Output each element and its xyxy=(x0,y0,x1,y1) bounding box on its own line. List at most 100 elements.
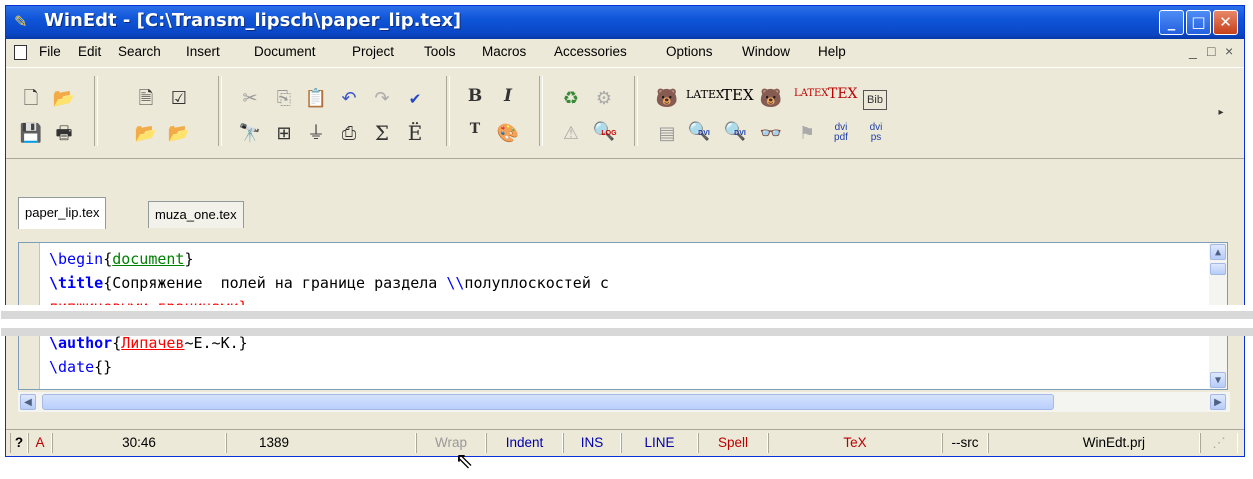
toolbar-separator xyxy=(539,76,543,146)
close-button[interactable]: ✕ xyxy=(1213,10,1238,35)
find-icon[interactable]: 🔭 xyxy=(237,121,263,147)
scroll-up-button[interactable]: ▲ xyxy=(1210,244,1226,260)
close-brace: } xyxy=(184,250,194,268)
typewriter-icon[interactable]: T xyxy=(462,121,488,147)
indent-toggle[interactable]: Indent xyxy=(486,433,563,453)
minimize-button[interactable]: _ xyxy=(1159,10,1184,35)
wrap-toggle[interactable]: Wrap xyxy=(416,433,486,453)
maximize-button[interactable]: □ xyxy=(1186,10,1211,35)
view-cut-band-2 xyxy=(1,328,1253,336)
bold-icon[interactable]: B xyxy=(462,86,488,112)
checklist-icon[interactable]: ☑ xyxy=(166,86,192,112)
terminal-icon[interactable]: ▤ xyxy=(654,121,680,147)
code-line-2: \title{Сопряжение полей на границе разде… xyxy=(49,274,609,292)
toolbar-separator xyxy=(446,76,450,146)
menu-options[interactable]: Options xyxy=(666,44,713,59)
code-line-5: \date{} xyxy=(49,358,112,376)
open-brace: { xyxy=(103,250,113,268)
horizontal-scroll-thumb[interactable] xyxy=(42,394,1054,410)
sum-icon[interactable]: Σ xyxy=(369,121,395,147)
print-icon[interactable]: 🖶 xyxy=(51,121,77,147)
pdf-tex-icon[interactable]: TEX xyxy=(828,86,858,112)
umlaut-icon[interactable]: Ë xyxy=(402,121,428,147)
tab-muza-one[interactable]: muza_one.tex xyxy=(148,201,244,228)
tree-icon[interactable]: ⊞ xyxy=(271,121,297,147)
resize-grip-icon[interactable]: ⋰ xyxy=(1200,433,1238,453)
open-gray-icon[interactable]: 📂 xyxy=(166,121,192,147)
new-file-icon[interactable]: 🗋 xyxy=(18,86,44,112)
document-menu-icon[interactable] xyxy=(14,45,27,60)
scroll-thumb[interactable] xyxy=(1210,263,1226,275)
winedt-pen-icon[interactable]: ✎ xyxy=(14,13,34,31)
pdf-latex-icon[interactable]: LATEX xyxy=(794,88,828,114)
begin-command: \begin xyxy=(49,250,104,268)
project-file[interactable]: WinEdt.prj xyxy=(988,433,1200,453)
filter-icon[interactable]: ⏚ xyxy=(303,121,329,147)
menu-tools[interactable]: Tools xyxy=(424,44,456,59)
insert-mode-toggle[interactable]: INS xyxy=(563,433,621,453)
mdi-restore-button[interactable]: □ xyxy=(1207,43,1215,59)
latex-icon[interactable]: LATEX xyxy=(686,88,724,114)
menu-window[interactable]: Window xyxy=(742,44,790,59)
mouse-pointer-icon: ⇖ xyxy=(455,449,474,474)
scroll-right-button[interactable]: ▶ xyxy=(1210,394,1226,410)
mdi-minimize-button[interactable]: _ xyxy=(1189,43,1197,59)
copy-icon[interactable]: ⎘ xyxy=(271,86,297,112)
help-indicator[interactable]: ? xyxy=(10,433,28,453)
menu-accessories[interactable]: Accessories xyxy=(554,44,627,59)
log-label: LOG xyxy=(601,130,617,137)
tex-icon[interactable]: TEX xyxy=(722,86,754,112)
italic-icon[interactable]: I xyxy=(495,86,521,112)
color-bear-icon[interactable]: 🐻 xyxy=(758,86,784,112)
code-line-1: \begin{document} xyxy=(49,250,194,268)
title-bar[interactable]: ✎ WinEdt - [C:\Transm_lipsch\paper_lip.t… xyxy=(6,6,1244,39)
bibtex-icon[interactable]: Bib xyxy=(863,90,887,110)
glasses-icon[interactable]: 👓 xyxy=(758,121,784,147)
insert-icon[interactable]: ⎙ xyxy=(336,121,362,147)
menu-file[interactable]: File xyxy=(39,44,61,59)
open-green-icon[interactable]: 📂 xyxy=(133,121,159,147)
cut-icon[interactable]: ✂ xyxy=(237,86,263,112)
gears-icon[interactable]: ⚙ xyxy=(591,86,617,112)
spellcheck-icon[interactable]: ✔ xyxy=(402,86,428,112)
toolbar-separator xyxy=(218,76,222,146)
tab-paper-lip[interactable]: paper_lip.tex xyxy=(18,197,107,229)
open-folder-icon[interactable]: 📂 xyxy=(51,86,77,112)
recycle-icon[interactable]: ♻ xyxy=(558,86,584,112)
document-tabs: paper_lip.tex muza_one.tex xyxy=(6,197,1244,233)
menu-help[interactable]: Help xyxy=(818,44,846,59)
tex-mode[interactable]: TeX xyxy=(768,433,942,453)
document-icon[interactable]: 🗎 xyxy=(133,86,159,112)
scroll-down-button[interactable]: ▼ xyxy=(1210,372,1226,388)
open-brace: { xyxy=(103,274,113,292)
redo-icon[interactable]: ↷ xyxy=(369,86,395,112)
paste-icon[interactable]: 📋 xyxy=(303,86,329,112)
cursor-position: 30:46 xyxy=(52,433,226,453)
menu-search[interactable]: Search xyxy=(118,44,161,59)
scroll-left-button[interactable]: ◀ xyxy=(20,394,36,410)
palette-icon[interactable]: 🎨 xyxy=(495,121,521,147)
dvi-ps-icon[interactable]: dvi ps xyxy=(863,123,889,149)
save-icon[interactable]: 💾 xyxy=(18,121,44,147)
acrobat-icon[interactable]: ⚑ xyxy=(794,121,820,147)
menu-document[interactable]: Document xyxy=(254,44,316,59)
open-brace: { xyxy=(112,334,122,352)
spell-toggle[interactable]: Spell xyxy=(698,433,768,453)
src-indicator[interactable]: --src xyxy=(942,433,988,453)
dvi-search-label: DVI xyxy=(734,130,746,137)
menu-insert[interactable]: Insert xyxy=(186,44,220,59)
menu-edit[interactable]: Edit xyxy=(78,44,101,59)
bear-icon[interactable]: 🐻 xyxy=(654,86,680,112)
undo-icon[interactable]: ↶ xyxy=(336,86,362,112)
view-cut-gap xyxy=(1,319,1253,328)
menu-project[interactable]: Project xyxy=(352,44,394,59)
line-mode-toggle[interactable]: LINE xyxy=(621,433,698,453)
menu-macros[interactable]: Macros xyxy=(482,44,526,59)
mdi-close-button[interactable]: × xyxy=(1225,43,1233,59)
warning-icon[interactable]: ⚠ xyxy=(558,121,584,147)
horizontal-scrollbar[interactable]: ◀ ▶ xyxy=(18,392,1230,412)
date-command: \date xyxy=(49,358,95,376)
mode-indicator[interactable]: A xyxy=(28,433,52,453)
dvi-pdf-icon[interactable]: dvi pdf xyxy=(828,123,854,149)
toolbar-overflow-icon[interactable]: ▸ xyxy=(1208,100,1234,126)
